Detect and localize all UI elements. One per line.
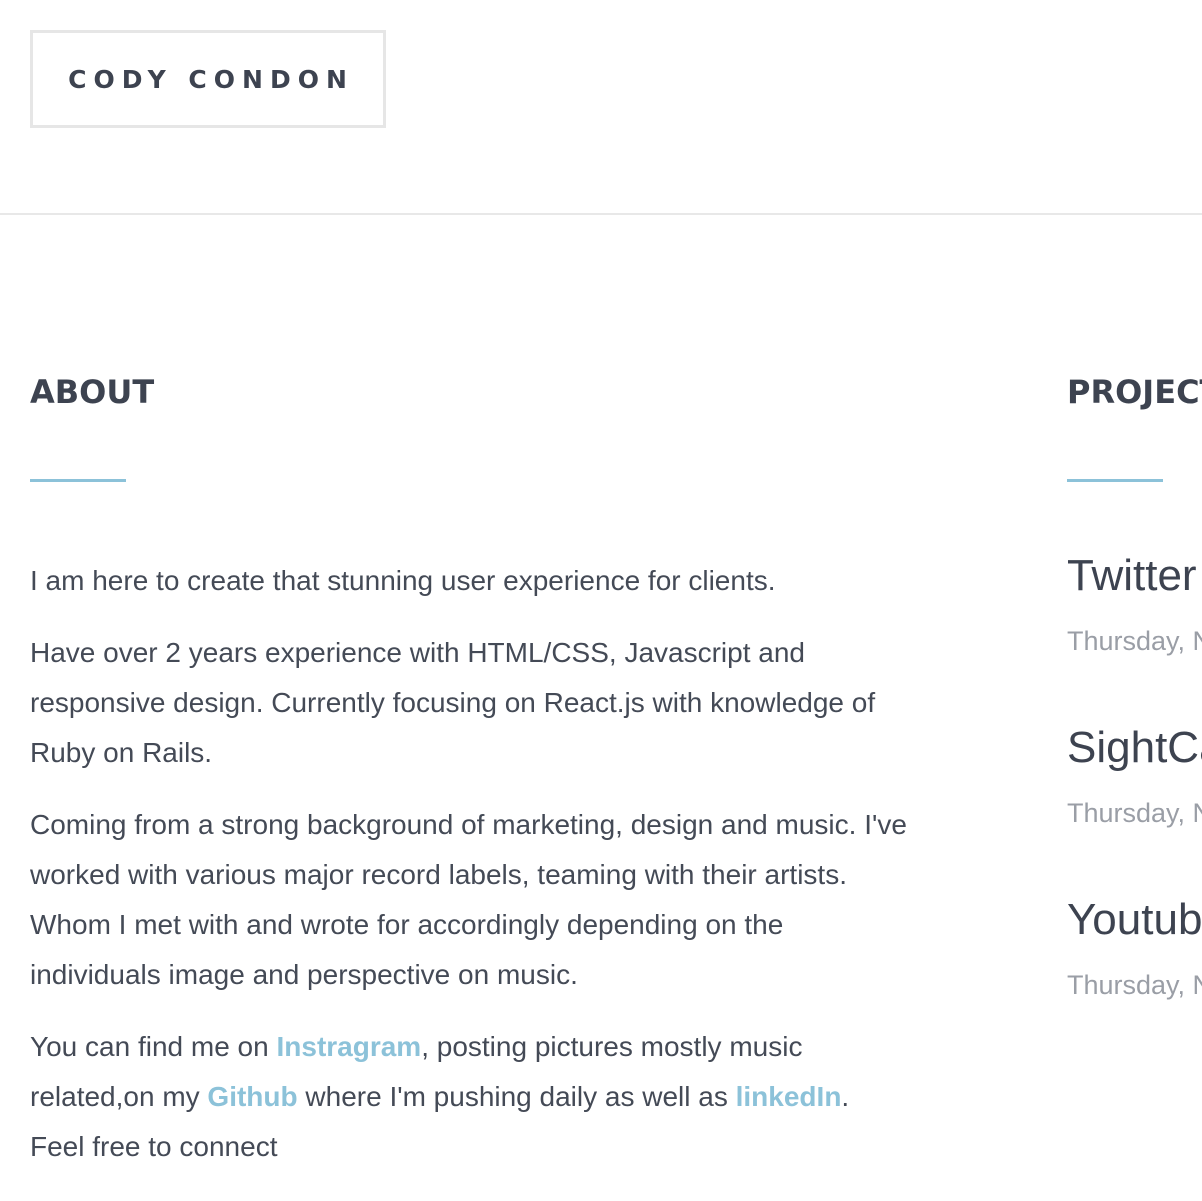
projects-list: Twitter Thursday, N SightCa Thursday, N … [1067, 548, 1202, 1064]
projects-heading-underline [1067, 479, 1163, 482]
project-title[interactable]: Youtub [1067, 892, 1202, 948]
projects-heading: PROJECT [1067, 373, 1202, 411]
project-title[interactable]: SightCa [1067, 720, 1202, 776]
project-title[interactable]: Twitter [1067, 548, 1202, 604]
linkedin-link[interactable]: linkedIn [736, 1081, 842, 1112]
instagram-link[interactable]: Instragram [276, 1031, 421, 1062]
about-content: I am here to create that stunning user e… [30, 556, 910, 1194]
project-date: Thursday, N [1067, 798, 1202, 828]
about-paragraph-2: Have over 2 years experience with HTML/C… [30, 637, 876, 768]
project-item[interactable]: SightCa Thursday, N [1067, 720, 1202, 892]
about-paragraph-1: I am here to create that stunning user e… [30, 565, 776, 596]
site-logo-text: CODY CONDON [68, 64, 354, 94]
about-text-1: You can find me on [30, 1031, 277, 1062]
project-date: Thursday, N [1067, 970, 1202, 1000]
site-logo[interactable]: CODY CONDON [30, 30, 386, 128]
page: CODY CONDON ABOUT I am here to create th… [0, 0, 1202, 1201]
github-link[interactable]: Github [207, 1081, 297, 1112]
project-item[interactable]: Youtub Thursday, N [1067, 892, 1202, 1064]
about-paragraph-3: Coming from a strong background of marke… [30, 809, 907, 990]
about-heading: ABOUT [30, 373, 155, 411]
header-divider [0, 213, 1202, 215]
project-date: Thursday, N [1067, 626, 1202, 656]
about-paragraph-4: You can find me on Instragram, posting p… [30, 1022, 910, 1172]
about-heading-underline [30, 479, 126, 482]
about-text-3: where I'm pushing daily as well as [297, 1081, 736, 1112]
project-item[interactable]: Twitter Thursday, N [1067, 548, 1202, 720]
